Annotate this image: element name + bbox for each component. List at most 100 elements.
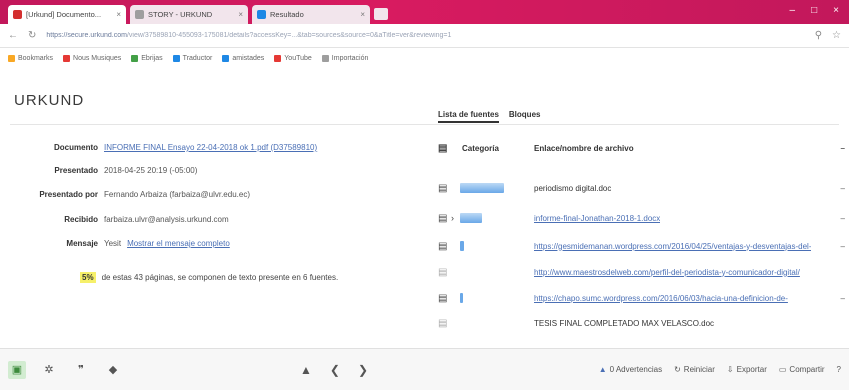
back-icon[interactable]: ← bbox=[8, 30, 18, 41]
toolbar-actions: ▲ 0 Advertencias ↻ Reiniciar ⇩ Exportar ▭ Co… bbox=[599, 365, 841, 374]
browser-tab[interactable]: [Urkund] Documento... × bbox=[8, 5, 126, 24]
detail-label: Presentado por bbox=[39, 190, 98, 199]
bookmark-item[interactable]: YouTube bbox=[274, 54, 312, 62]
source-row[interactable]: ▤ periodismo digital.doc – bbox=[436, 176, 849, 200]
export-button[interactable]: ⇩ Exportar bbox=[727, 365, 767, 374]
source-row[interactable]: ▤ https://chapo.sumc.wordpress.com/2016/… bbox=[436, 286, 849, 310]
row-menu-icon[interactable]: – bbox=[841, 184, 845, 193]
warnings-button[interactable]: ▲ 0 Advertencias bbox=[599, 365, 662, 374]
bookmark-label: Bookmarks bbox=[18, 54, 54, 62]
match-bar bbox=[460, 183, 504, 193]
reload-icon[interactable]: ↻ bbox=[28, 30, 36, 41]
tab-bloques[interactable]: Bloques bbox=[509, 110, 541, 123]
close-icon[interactable]: × bbox=[360, 10, 365, 19]
book-icon[interactable]: ▤ bbox=[438, 241, 450, 252]
maximize-icon[interactable]: □ bbox=[811, 5, 817, 16]
close-window-icon[interactable]: × bbox=[833, 5, 839, 16]
source-row[interactable]: ▤ › informe-final-Jonathan-2018-1.docx – bbox=[436, 206, 849, 230]
url-path: /view/37589810-455093-175081/details?acc… bbox=[126, 32, 452, 39]
star-icon[interactable]: ☆ bbox=[832, 30, 841, 41]
help-icon[interactable]: ? bbox=[837, 365, 841, 374]
navigation-group: ▲ ❮ ❯ bbox=[300, 363, 368, 377]
chevron-right-icon[interactable]: › bbox=[451, 213, 459, 223]
browser-tab[interactable]: STORY - URKUND × bbox=[130, 5, 248, 24]
url-field[interactable]: https://secure.urkund.com/view/37589810-… bbox=[46, 32, 804, 39]
document-view-icon[interactable]: ▣ bbox=[8, 360, 26, 379]
bookmark-icon bbox=[131, 54, 139, 62]
book-icon[interactable]: ▤ bbox=[438, 267, 450, 278]
document-link[interactable]: INFORME FINAL Ensayo 22-04-2018 ok 1.pdf… bbox=[104, 143, 317, 152]
match-bar bbox=[460, 241, 464, 251]
close-icon[interactable]: × bbox=[238, 10, 243, 19]
source-name[interactable]: http://www.maestrosdelweb.com/perfil-del… bbox=[534, 268, 800, 277]
bookmark-label: YouTube bbox=[284, 54, 312, 62]
quote-icon[interactable]: ❞ bbox=[72, 361, 90, 379]
detail-label: Mensaje bbox=[66, 239, 98, 248]
similarity-summary: 5% de estas 43 páginas, se componen de t… bbox=[80, 272, 338, 283]
column-header-category: Categoría bbox=[462, 143, 499, 153]
close-icon[interactable]: × bbox=[116, 10, 121, 19]
urkund-logo: URKUND bbox=[14, 92, 85, 109]
source-name[interactable]: informe-final-Jonathan-2018-1.docx bbox=[534, 214, 660, 223]
bookmark-label: Nous Musiques bbox=[73, 54, 122, 62]
window-controls: – □ × bbox=[790, 5, 839, 16]
bookmark-item[interactable]: Importación bbox=[321, 54, 368, 62]
book-icon: ▤ bbox=[438, 142, 448, 154]
bookmark-item[interactable]: Ebrijas bbox=[131, 54, 163, 62]
source-row[interactable]: ▤ https://gesmidemanan.wordpress.com/201… bbox=[436, 234, 849, 258]
reset-button[interactable]: ↻ Reiniciar bbox=[674, 365, 715, 374]
toolbar-left-group: ▣ ✲ ❞ ◆ bbox=[8, 360, 122, 379]
arrow-up-icon[interactable]: ▲ bbox=[300, 363, 312, 377]
source-name: TESIS FINAL COMPLETADO MAX VELASCO.doc bbox=[534, 318, 715, 328]
source-list-header: ▤ Categoría Enlace/nombre de archivo – bbox=[436, 136, 849, 160]
row-menu-icon[interactable]: – bbox=[841, 214, 845, 223]
source-name: periodismo digital.doc bbox=[534, 183, 612, 193]
minimize-icon[interactable]: – bbox=[790, 5, 796, 16]
bookmark-icon bbox=[172, 54, 180, 62]
address-bar: ← ↻ https://secure.urkund.com/view/37589… bbox=[0, 24, 849, 48]
header-menu-icon[interactable]: – bbox=[841, 144, 845, 153]
zoom-icon[interactable]: ⚲ bbox=[815, 30, 822, 41]
tab-label: [Urkund] Documento... bbox=[26, 10, 102, 19]
bookmark-icon bbox=[222, 54, 230, 62]
book-icon[interactable]: ▤ bbox=[438, 213, 450, 224]
row-menu-icon[interactable]: – bbox=[841, 242, 845, 251]
detail-label: Documento bbox=[54, 143, 98, 152]
export-icon: ⇩ bbox=[726, 365, 734, 374]
bookmark-item[interactable]: Bookmarks bbox=[8, 54, 54, 62]
detail-label: Recibido bbox=[64, 215, 98, 224]
tab-label: STORY - URKUND bbox=[148, 10, 213, 19]
favicon-icon bbox=[135, 10, 144, 19]
source-name[interactable]: https://chapo.sumc.wordpress.com/2016/06… bbox=[534, 294, 788, 303]
chevron-left-icon[interactable]: ❮ bbox=[330, 363, 340, 377]
book-icon[interactable]: ▤ bbox=[438, 183, 450, 194]
source-row[interactable]: ▤ TESIS FINAL COMPLETADO MAX VELASCO.doc bbox=[436, 311, 849, 335]
bookmark-icon bbox=[8, 54, 15, 62]
bookmark-label: amistades bbox=[232, 54, 265, 62]
share-icon: ▭ bbox=[778, 365, 787, 374]
show-full-message-link[interactable]: Mostrar el mensaje completo bbox=[127, 239, 230, 248]
bookmark-item[interactable]: Nous Musiques bbox=[63, 54, 122, 62]
book-icon[interactable]: ▤ bbox=[438, 293, 450, 304]
bookmark-icon bbox=[274, 54, 282, 62]
tag-icon[interactable]: ◆ bbox=[104, 361, 122, 379]
similarity-percent-badge: 5% bbox=[80, 272, 96, 283]
new-tab-button[interactable] bbox=[374, 8, 388, 20]
source-row[interactable]: ▤ http://www.maestrosdelweb.com/perfil-d… bbox=[436, 260, 849, 284]
source-name[interactable]: https://gesmidemanan.wordpress.com/2016/… bbox=[534, 242, 811, 251]
share-button[interactable]: ▭ Compartir bbox=[779, 365, 825, 374]
tab-lista-de-fuentes[interactable]: Lista de fuentes bbox=[438, 110, 499, 123]
book-icon[interactable]: ▤ bbox=[438, 318, 450, 329]
bookmark-item[interactable]: amistades bbox=[222, 54, 265, 62]
chevron-right-icon[interactable]: ❯ bbox=[358, 363, 368, 377]
match-bar bbox=[460, 213, 482, 223]
bookmark-label: Traductor bbox=[182, 54, 213, 62]
detail-row-presentado-por: Presentado por Fernando Arbaiza (farbaiz… bbox=[8, 190, 250, 199]
favicon-icon bbox=[257, 10, 266, 19]
bookmark-item[interactable]: Traductor bbox=[172, 54, 213, 62]
settings-icon[interactable]: ✲ bbox=[40, 361, 58, 379]
row-menu-icon[interactable]: – bbox=[841, 294, 845, 303]
browser-tab[interactable]: Resultado × bbox=[252, 5, 370, 24]
warning-icon: ▲ bbox=[598, 365, 607, 374]
right-panel-tabs: Lista de fuentes Bloques bbox=[438, 110, 540, 123]
